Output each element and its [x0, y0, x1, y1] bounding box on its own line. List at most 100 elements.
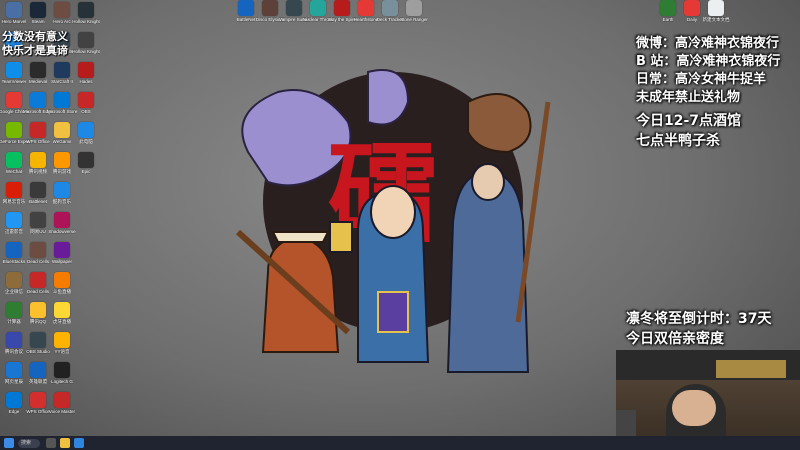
pc-icon [78, 122, 94, 138]
desktop-shortcut-label: 腾讯游戏 [53, 169, 71, 174]
desktop-shortcut-label: 网易UU [30, 229, 46, 234]
desktop-shortcut[interactable]: Stone Ranger [400, 0, 428, 28]
app-icon [54, 272, 70, 288]
desktop-shortcut[interactable]: 此电脑 [72, 122, 100, 150]
teamviewer-icon [6, 62, 22, 78]
desktop-shortcut-label: 网页星辰 [5, 379, 23, 384]
desktop-shortcut[interactable]: 斗鱼直播 [48, 272, 76, 300]
app-icon [6, 212, 22, 228]
app-icon [54, 2, 70, 18]
app-icon [30, 302, 46, 318]
wizard-face [471, 163, 505, 201]
desktop-shortcut-label: Hollow Knight [72, 19, 100, 24]
edge-icon[interactable] [74, 438, 84, 448]
desktop-shortcut-label: Earth [662, 17, 674, 22]
desktop-shortcut-label: Dead Cells [26, 289, 49, 294]
app-icon [382, 0, 398, 16]
desktop-shortcut-label: Logitech G [51, 379, 73, 384]
overlay-schedule-line: 今日12-7点酒馆 [636, 113, 742, 129]
desktop-shortcut[interactable]: OBS [72, 92, 100, 120]
app-icon [54, 212, 70, 228]
center-face [370, 185, 416, 239]
desktop-shortcut-label: 腾讯QQ [29, 319, 46, 324]
desktop-shortcut[interactable]: Hollow Knight [72, 32, 100, 60]
webcam-trophies [716, 360, 786, 378]
dwarf-hat [271, 231, 330, 243]
app-icon [30, 212, 46, 228]
desktop-shortcut-label: BattleNet [236, 17, 256, 22]
desktop-shortcut[interactable]: Shadowverse [48, 212, 76, 240]
desktop-shortcut-label: Wallpaper [51, 259, 73, 264]
overlay-daily-line: 日常：高冷女神牛捉羊 [636, 72, 767, 87]
overlay-bonus: 今日双倍亲密度 [626, 331, 724, 347]
taskbar: 搜索 [0, 436, 800, 450]
desktop-shortcut[interactable]: Hades [72, 62, 100, 90]
desktop-shortcut-label: 企业微信 [5, 289, 23, 294]
desktop-shortcut-label: OBS [81, 109, 91, 114]
desktop-shortcut[interactable]: Logitech G [48, 362, 76, 390]
desktop-shortcut-label: WeGame [52, 139, 72, 144]
taskbar-search[interactable]: 搜索 [18, 438, 40, 448]
file-explorer-icon[interactable] [60, 438, 70, 448]
overlay-weibo-line: 微博：高冷难神衣锦夜行 [636, 36, 780, 51]
streamer-face [672, 390, 716, 426]
desktop: 礌 Hero MarvelXTBoxTeamViewerGoogle Chrom… [0, 0, 800, 438]
app-icon [54, 242, 70, 258]
desktop-shortcut-label: Stone Ranger [400, 17, 428, 22]
app-icon [30, 62, 46, 78]
desktop-shortcut[interactable]: Epic [72, 152, 100, 180]
overlay-motto-line-2: 快乐才是真谛 [2, 45, 68, 57]
app-icon [6, 272, 22, 288]
desktop-shortcut[interactable]: 酷狗音乐 [48, 182, 76, 210]
game-icon [6, 2, 22, 18]
desktop-shortcut[interactable]: Wallpaper [48, 242, 76, 270]
app-icon [406, 0, 422, 16]
app-icon [78, 32, 94, 48]
desktop-shortcut-label: WeChat [5, 169, 23, 174]
desktop-shortcut-label: 英雄联盟 [29, 379, 47, 384]
card-held [377, 291, 409, 333]
app-icon [78, 62, 94, 78]
desktop-shortcut[interactable]: 新建文本文档 [702, 0, 730, 28]
desktop-shortcut-label: 网易云音乐 [2, 199, 26, 204]
desktop-shortcut-label: Battlenet [29, 199, 47, 204]
desktop-shortcut-label: StarCraft II [51, 79, 73, 84]
app-icon [6, 242, 22, 258]
edge-icon [6, 392, 22, 408]
netease-icon [6, 182, 22, 198]
desktop-shortcut-label: OBS Studio [26, 349, 50, 354]
app-icon [684, 0, 700, 16]
desktop-shortcut[interactable]: 虎牙直播 [48, 302, 76, 330]
app-icon [30, 332, 46, 348]
desktop-shortcut[interactable]: Hollow Knight [72, 2, 100, 30]
overlay-minor-notice: 未成年禁止送礼物 [636, 90, 741, 105]
creature-right [467, 93, 532, 154]
desktop-shortcut-label: Edge [8, 409, 20, 414]
app-icon [238, 0, 254, 16]
desktop-shortcut-label: WPS Office [26, 409, 50, 414]
desktop-shortcut-label: Hero Arc [53, 19, 71, 24]
folder-icon [54, 122, 70, 138]
task-view-icon[interactable] [46, 438, 56, 448]
app-icon [6, 362, 22, 378]
desktop-shortcut[interactable]: Voice Master [48, 392, 76, 420]
app-icon [310, 0, 326, 16]
desktop-shortcut-label: 腾讯会议 [5, 349, 23, 354]
start-button[interactable] [4, 438, 14, 448]
app-icon [30, 242, 46, 258]
desktop-shortcut-label: Hero Marvel [1, 19, 27, 24]
app-icon [30, 182, 46, 198]
app-icon [78, 2, 94, 18]
desktop-shortcut-label: Medieval [28, 79, 47, 84]
webcam-feed [616, 350, 800, 438]
desktop-shortcut[interactable]: YY语音 [48, 332, 76, 360]
wizard-figure [446, 170, 530, 373]
app-icon [30, 152, 46, 168]
app-icon [262, 0, 278, 16]
app-icon [78, 152, 94, 168]
app-icon [30, 272, 46, 288]
desktop-shortcut-label: BlueStacks [2, 259, 26, 264]
app-icon [286, 0, 302, 16]
desktop-shortcut-label: 斗鱼直播 [53, 289, 71, 294]
wechat-icon [6, 152, 22, 168]
